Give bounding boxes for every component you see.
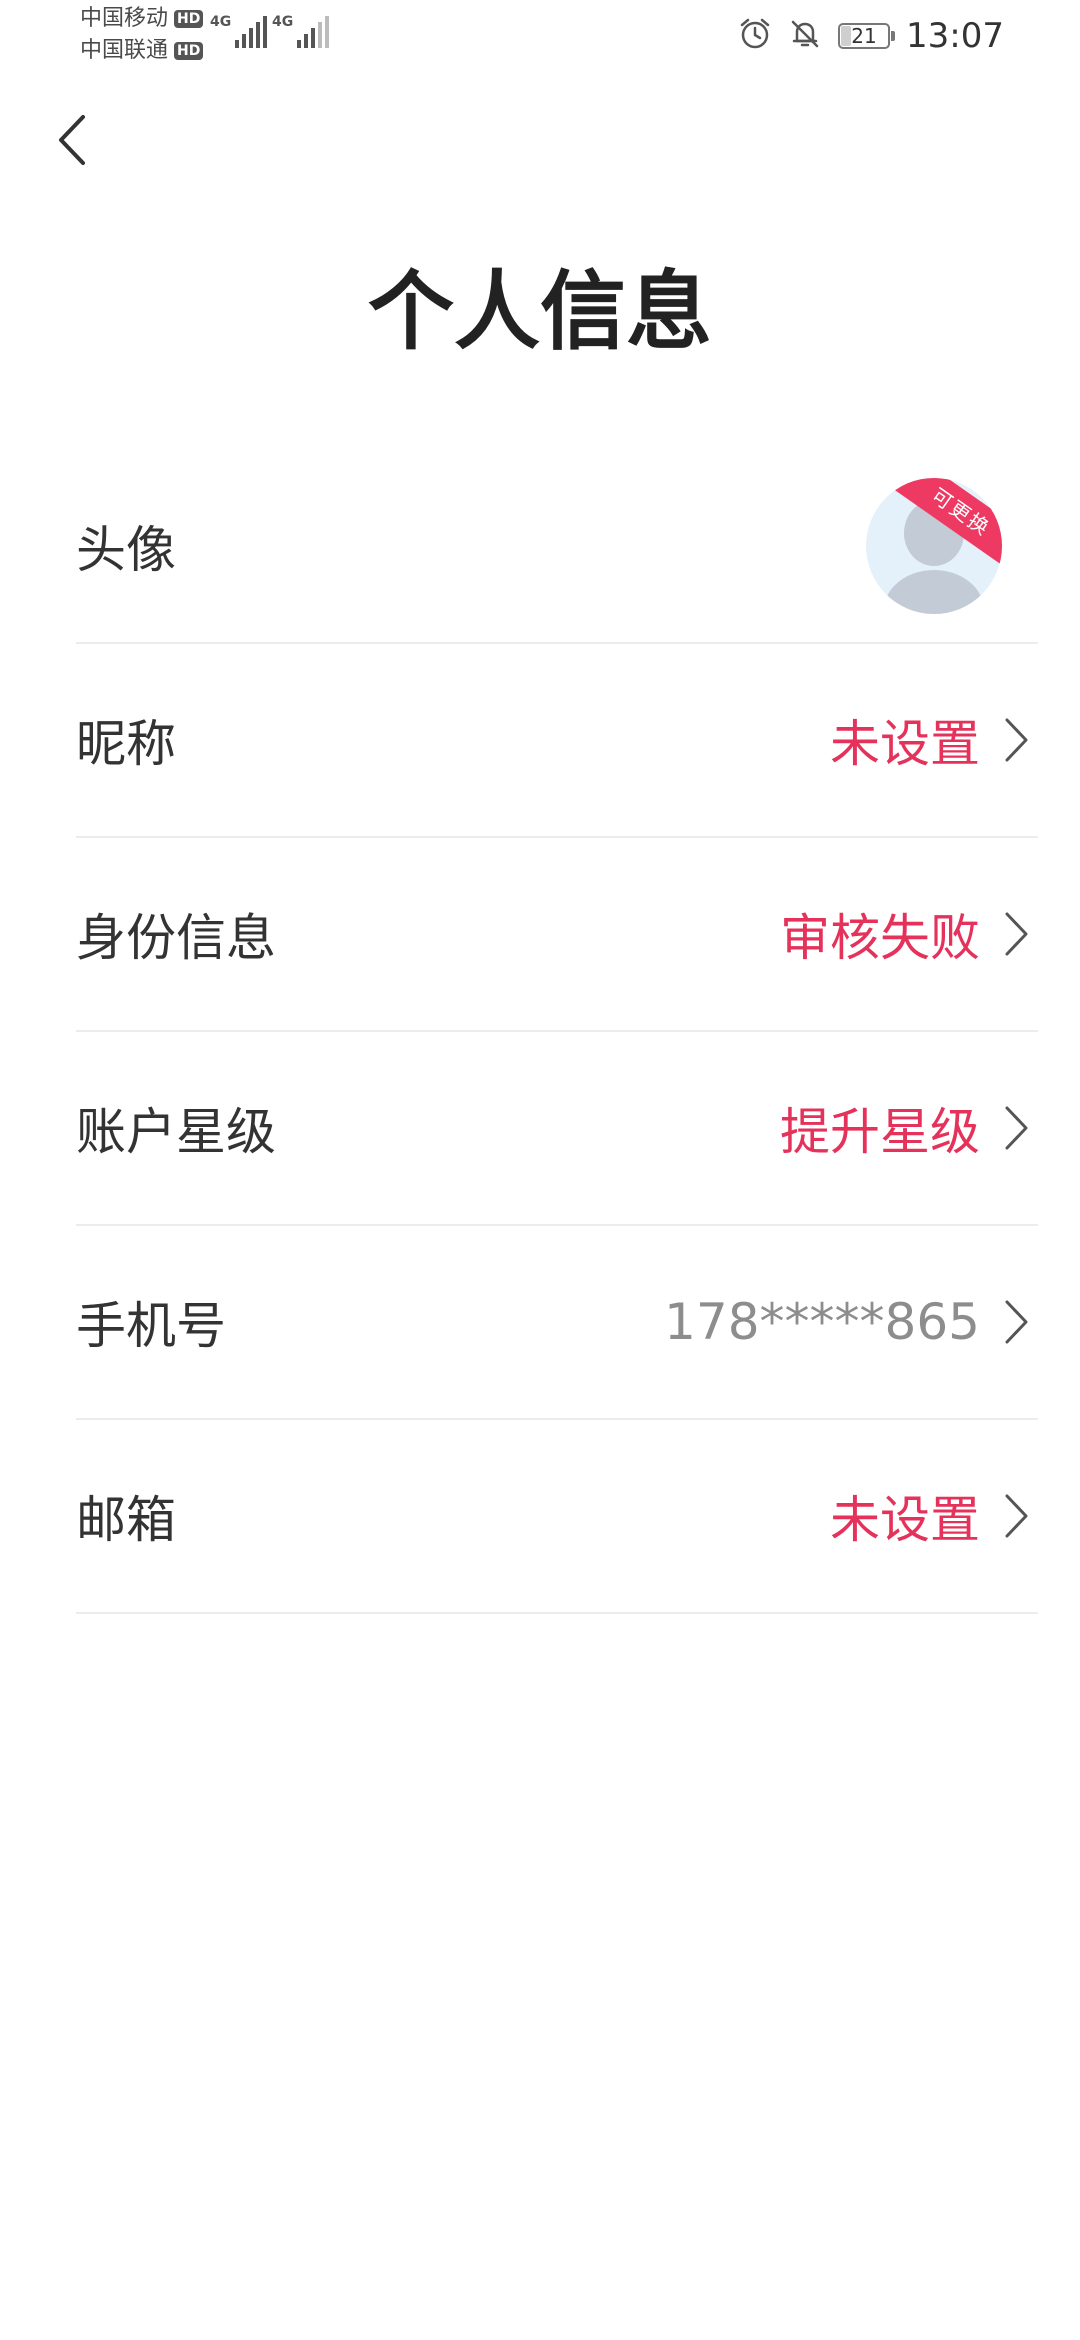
phone-label: 手机号 — [76, 1297, 226, 1355]
chevron-right-icon — [1005, 1106, 1028, 1150]
chevron-right-icon — [1005, 1494, 1028, 1538]
info-list: 头像 可更换 昵称 未设置 身份信息 审核失败 账户星级 提升星级 手机号 17… — [76, 450, 1038, 1614]
signal-bars-icon — [297, 14, 330, 48]
avatar[interactable]: 可更换 — [866, 478, 1002, 614]
carrier-1-name: 中国移动 — [80, 6, 169, 31]
status-right: 21 13:07 — [738, 14, 1004, 58]
nickname-label: 昵称 — [76, 715, 176, 773]
hd-badge: HD — [174, 10, 204, 28]
chevron-left-icon — [59, 115, 85, 165]
signal-strength-2: 4G — [272, 14, 330, 48]
email-label: 邮箱 — [76, 1491, 176, 1549]
battery-level: 21 — [851, 24, 877, 48]
network-type-1: 4G — [210, 14, 232, 30]
chevron-right-icon — [1005, 912, 1028, 956]
nickname-row[interactable]: 昵称 未设置 — [76, 644, 1038, 838]
nickname-value: 未设置 — [830, 715, 980, 773]
carrier-1: 中国移动 HD — [80, 6, 204, 32]
page-title: 个人信息 — [368, 262, 712, 362]
identity-value: 审核失败 — [780, 909, 980, 967]
clock: 13:07 — [906, 16, 1004, 56]
account-level-row[interactable]: 账户星级 提升星级 — [76, 1032, 1038, 1226]
battery-icon: 21 — [838, 23, 896, 49]
back-button[interactable] — [46, 108, 98, 172]
avatar-row[interactable]: 头像 可更换 — [76, 450, 1038, 644]
status-bar: 中国移动 HD 中国联通 HD 4G 4G 21 13:07 — [0, 0, 1080, 72]
phone-value: 178*****865 — [664, 1293, 980, 1351]
carrier-2-name: 中国联通 — [80, 38, 169, 63]
phone-row[interactable]: 手机号 178*****865 — [76, 1226, 1038, 1420]
email-row[interactable]: 邮箱 未设置 — [76, 1420, 1038, 1614]
email-value: 未设置 — [830, 1491, 980, 1549]
alarm-icon — [738, 17, 772, 55]
signal-bars-icon — [235, 14, 268, 48]
chevron-right-icon — [1005, 1300, 1028, 1344]
account-level-label: 账户星级 — [76, 1103, 276, 1161]
avatar-label: 头像 — [76, 521, 176, 579]
signal-strength-1: 4G — [210, 14, 268, 48]
identity-label: 身份信息 — [76, 909, 276, 967]
chevron-right-icon — [1005, 718, 1028, 762]
identity-row[interactable]: 身份信息 审核失败 — [76, 838, 1038, 1032]
hd-badge: HD — [174, 42, 204, 60]
carrier-2: 中国联通 HD — [80, 38, 204, 64]
account-level-value: 提升星级 — [780, 1103, 980, 1161]
network-type-2: 4G — [272, 14, 294, 30]
mute-icon — [788, 17, 822, 55]
